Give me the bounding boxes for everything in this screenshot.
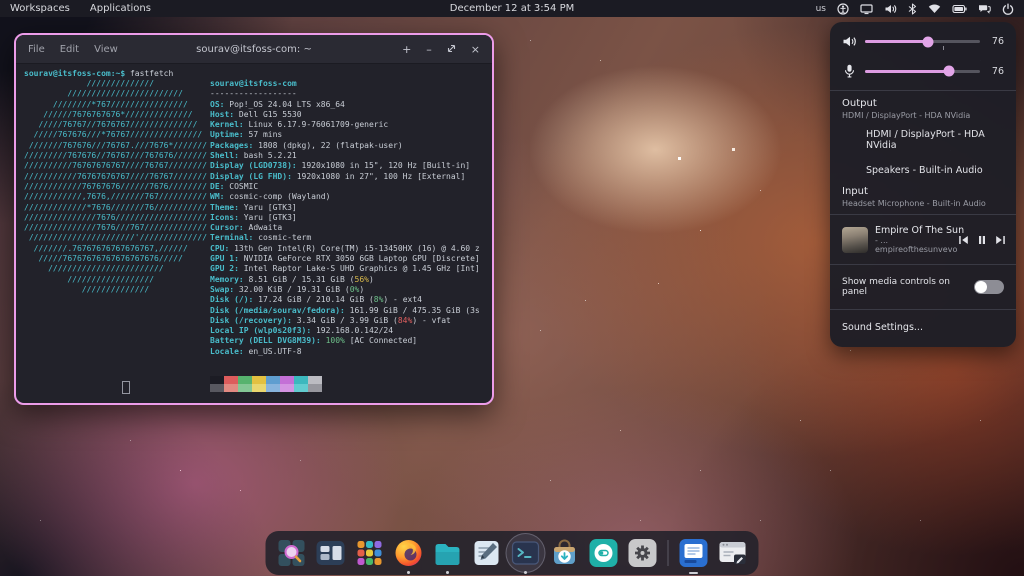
show-media-controls-label: Show media controls on panel (842, 277, 974, 297)
popup-divider (830, 309, 1016, 310)
output-volume-slider[interactable] (865, 40, 980, 43)
media-title: Empire Of The Sun (875, 225, 951, 236)
screen-capture-icon[interactable] (717, 537, 749, 569)
album-art (842, 227, 868, 253)
applications-button[interactable]: Applications (90, 3, 151, 14)
output-device-item[interactable]: Speakers - Built-in Audio (830, 158, 1016, 183)
new-tab-button[interactable]: + (402, 43, 411, 56)
cosmic-tweaks-icon[interactable] (588, 537, 620, 569)
menu-file[interactable]: File (28, 44, 45, 55)
popup-divider (830, 264, 1016, 265)
volume-icon[interactable] (884, 3, 897, 15)
minimize-button[interactable]: – (426, 43, 432, 56)
files-icon[interactable] (432, 537, 464, 569)
launcher-icon[interactable] (276, 537, 308, 569)
fastfetch-info: sourav@itsfoss-com------------------OS: … (210, 79, 480, 357)
sound-popup: 76 76 Output HDMI / DisplayPort - HDA NV… (830, 22, 1016, 347)
input-section-label: Input (842, 186, 1004, 197)
media-controls-toggle[interactable] (974, 280, 1004, 294)
menu-edit[interactable]: Edit (60, 44, 79, 55)
terminal-icon[interactable] (510, 537, 542, 569)
clock-button[interactable]: December 12 at 3:54 PM (450, 3, 574, 14)
window-tiling-icon[interactable] (315, 537, 347, 569)
media-track: - ... (875, 236, 951, 245)
desktop-background: Workspaces Applications December 12 at 3… (0, 0, 1024, 576)
input-volume-knob[interactable] (943, 66, 954, 77)
next-track-button[interactable] (995, 230, 1006, 249)
workspaces-button[interactable]: Workspaces (10, 3, 70, 14)
command-text: fastfetch (130, 69, 173, 78)
input-volume-slider[interactable] (865, 70, 980, 73)
top-panel: Workspaces Applications December 12 at 3… (0, 0, 1024, 17)
color-palette (210, 376, 322, 392)
output-volume-knob[interactable] (923, 36, 934, 47)
dock-separator (668, 540, 669, 566)
app-store-icon[interactable] (549, 537, 581, 569)
notifications-icon[interactable] (978, 3, 991, 14)
media-channel: empireofthesunvevo (875, 245, 951, 254)
menu-view[interactable]: View (94, 44, 118, 55)
terminal-body[interactable]: sourav@itsfoss-com:~$ fastfetch ////////… (16, 64, 492, 403)
output-volume-value: 76 (988, 36, 1004, 47)
libreoffice-writer-icon[interactable] (678, 537, 710, 569)
output-current-device: HDMI / DisplayPort - HDA NVidia (842, 111, 1004, 120)
input-volume-value: 76 (988, 66, 1004, 77)
ascii-logo: ////////////// //////////////////////// … (24, 79, 207, 295)
output-volume-row: 76 (830, 27, 1016, 56)
display-icon[interactable] (860, 3, 873, 15)
previous-track-button[interactable] (958, 230, 969, 249)
sound-settings-link[interactable]: Sound Settings... (830, 314, 1016, 342)
terminal-window: File Edit View sourav@itsfoss-com: ~ + –… (14, 33, 494, 405)
accessibility-icon[interactable] (837, 3, 849, 15)
firefox-icon[interactable] (393, 537, 425, 569)
input-volume-row: 76 (830, 56, 1016, 86)
keyboard-layout-indicator[interactable]: us (816, 4, 826, 14)
terminal-titlebar[interactable]: File Edit View sourav@itsfoss-com: ~ + –… (16, 35, 492, 64)
pause-button[interactable] (978, 230, 986, 249)
output-section-label: Output (842, 98, 1004, 109)
output-device-item[interactable]: HDMI / DisplayPort - HDA NVidia (830, 122, 1016, 158)
speaker-icon (842, 35, 857, 48)
output-device-list: HDMI / DisplayPort - HDA NVidiaSpeakers … (830, 122, 1016, 183)
power-icon[interactable] (1002, 3, 1014, 15)
input-current-device: Headset Microphone - Built-in Audio (842, 199, 1004, 208)
battery-icon[interactable] (952, 4, 967, 14)
popup-divider (830, 214, 1016, 215)
bluetooth-icon[interactable] (908, 3, 917, 15)
maximize-button[interactable] (447, 43, 456, 56)
terminal-cursor (122, 381, 130, 394)
media-player-row: Empire Of The Sun - ... empireofthesunve… (830, 219, 1016, 260)
text-editor-icon[interactable] (471, 537, 503, 569)
microphone-icon (842, 64, 857, 78)
close-button[interactable]: × (471, 43, 480, 56)
popup-divider (830, 90, 1016, 91)
wifi-icon[interactable] (928, 3, 941, 14)
shell-prompt: sourav@itsfoss-com:~$ fastfetch (24, 69, 173, 79)
app-library-icon[interactable] (354, 537, 386, 569)
dock (266, 531, 759, 575)
settings-icon[interactable] (627, 537, 659, 569)
